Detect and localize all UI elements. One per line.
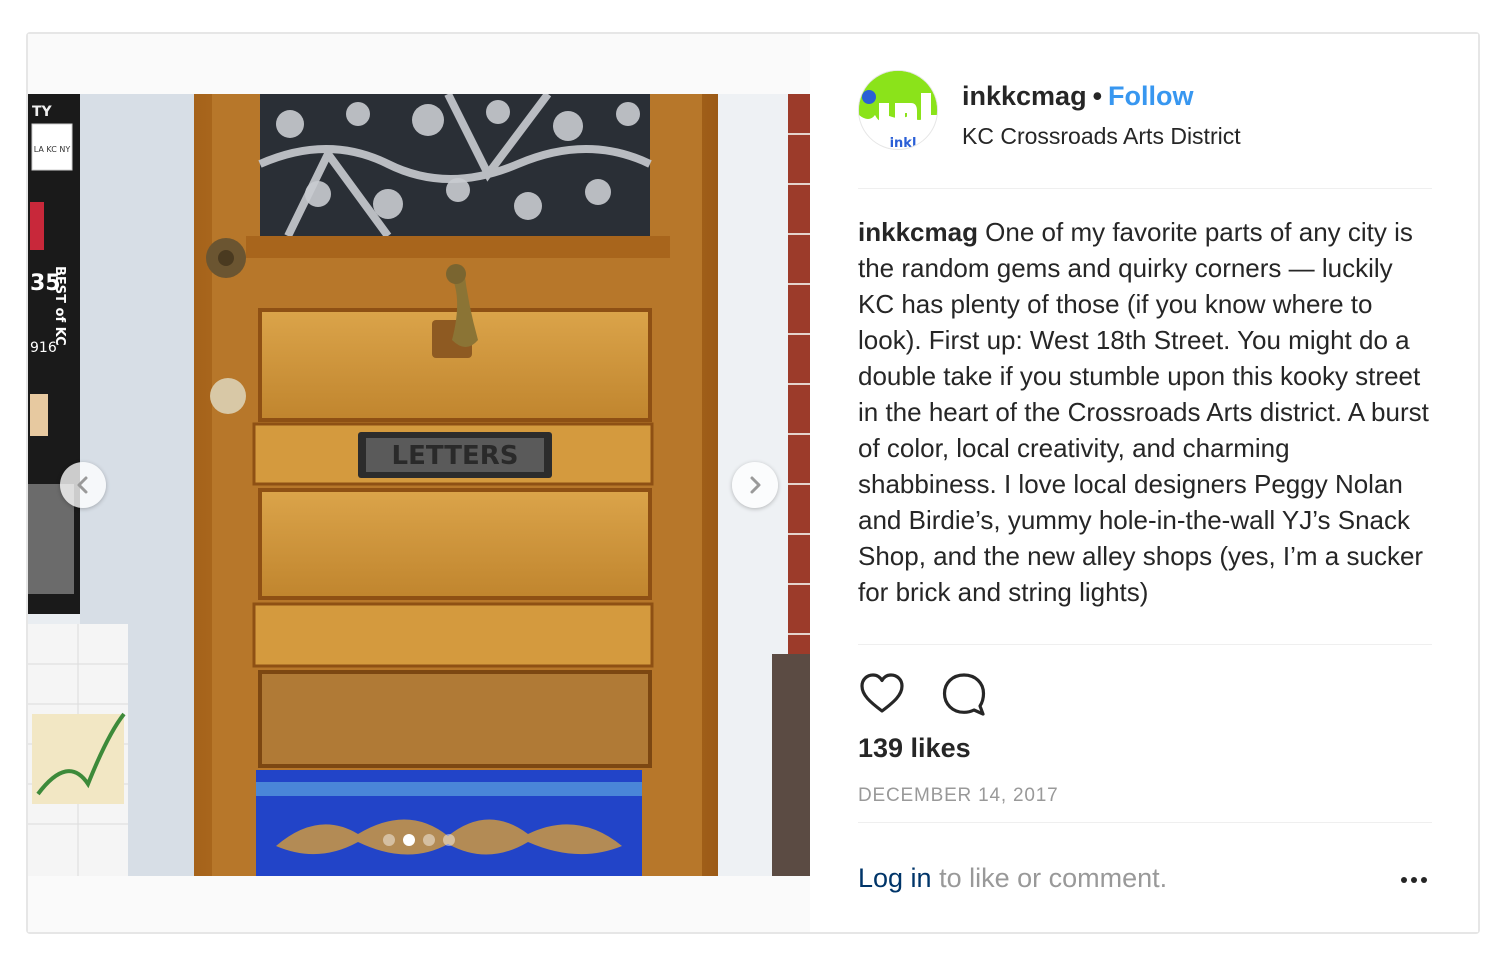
post-media: LA KC NY TY 35 916 BEST of KC LETTERS bbox=[28, 34, 810, 932]
inkkcmag-logo: inkl bbox=[859, 71, 937, 150]
sticker-top-text: TY bbox=[32, 104, 53, 120]
more-dot bbox=[1421, 877, 1427, 883]
carousel-dot bbox=[383, 834, 395, 846]
post-details-panel: inkl inkkcmag • Follow KC Crossroads Arts … bbox=[810, 34, 1478, 932]
letters-plate-text: LETTERS bbox=[392, 441, 519, 471]
carousel-dot-active bbox=[403, 834, 415, 846]
chevron-right-icon bbox=[750, 476, 761, 494]
caption-divider bbox=[858, 644, 1432, 645]
post-date[interactable]: DECEMBER 14, 2017 bbox=[858, 782, 1059, 810]
carousel-indicator bbox=[383, 834, 455, 846]
user-line: inkkcmag • Follow bbox=[962, 78, 1194, 114]
more-options-icon[interactable] bbox=[1394, 868, 1434, 892]
more-dot bbox=[1411, 877, 1417, 883]
post-caption: inkkcmag One of my favorite parts of any… bbox=[858, 214, 1434, 642]
avatar[interactable]: inkl bbox=[858, 70, 938, 150]
login-prompt: Log in to like or comment. bbox=[858, 860, 1167, 896]
footer-divider bbox=[858, 822, 1432, 823]
header-divider bbox=[858, 188, 1432, 189]
heart-icon[interactable] bbox=[858, 670, 906, 718]
carousel-dot bbox=[423, 834, 435, 846]
comment-bubble-icon[interactable] bbox=[940, 670, 988, 718]
login-link[interactable]: Log in bbox=[858, 863, 932, 893]
more-dot bbox=[1401, 877, 1407, 883]
login-prompt-text: to like or comment. bbox=[931, 863, 1168, 893]
post-photo: LA KC NY TY 35 916 BEST of KC LETTERS bbox=[28, 94, 810, 876]
instagram-post-card: LA KC NY TY 35 916 BEST of KC LETTERS in… bbox=[26, 32, 1480, 934]
avatar-text: inkl bbox=[890, 136, 917, 150]
separator-bullet: • bbox=[1092, 81, 1103, 111]
follow-button[interactable]: Follow bbox=[1108, 81, 1193, 111]
location-link[interactable]: KC Crossroads Arts District bbox=[962, 120, 1241, 152]
sticker-best-text: BEST of KC bbox=[52, 266, 67, 346]
chevron-left-icon bbox=[77, 476, 88, 494]
carousel-dot bbox=[443, 834, 455, 846]
like-count[interactable]: 139 likes bbox=[858, 730, 971, 766]
username-link[interactable]: inkkcmag bbox=[962, 81, 1087, 111]
caption-text: One of my favorite parts of any city is … bbox=[858, 217, 1429, 607]
post-actions bbox=[858, 670, 988, 718]
sticker-heart-text: LA KC NY bbox=[34, 145, 71, 154]
carousel-next-button[interactable] bbox=[732, 462, 778, 508]
carousel-prev-button[interactable] bbox=[60, 462, 106, 508]
post-header: inkl inkkcmag • Follow KC Crossroads Arts … bbox=[858, 70, 1434, 190]
caption-username-link[interactable]: inkkcmag bbox=[858, 217, 978, 247]
